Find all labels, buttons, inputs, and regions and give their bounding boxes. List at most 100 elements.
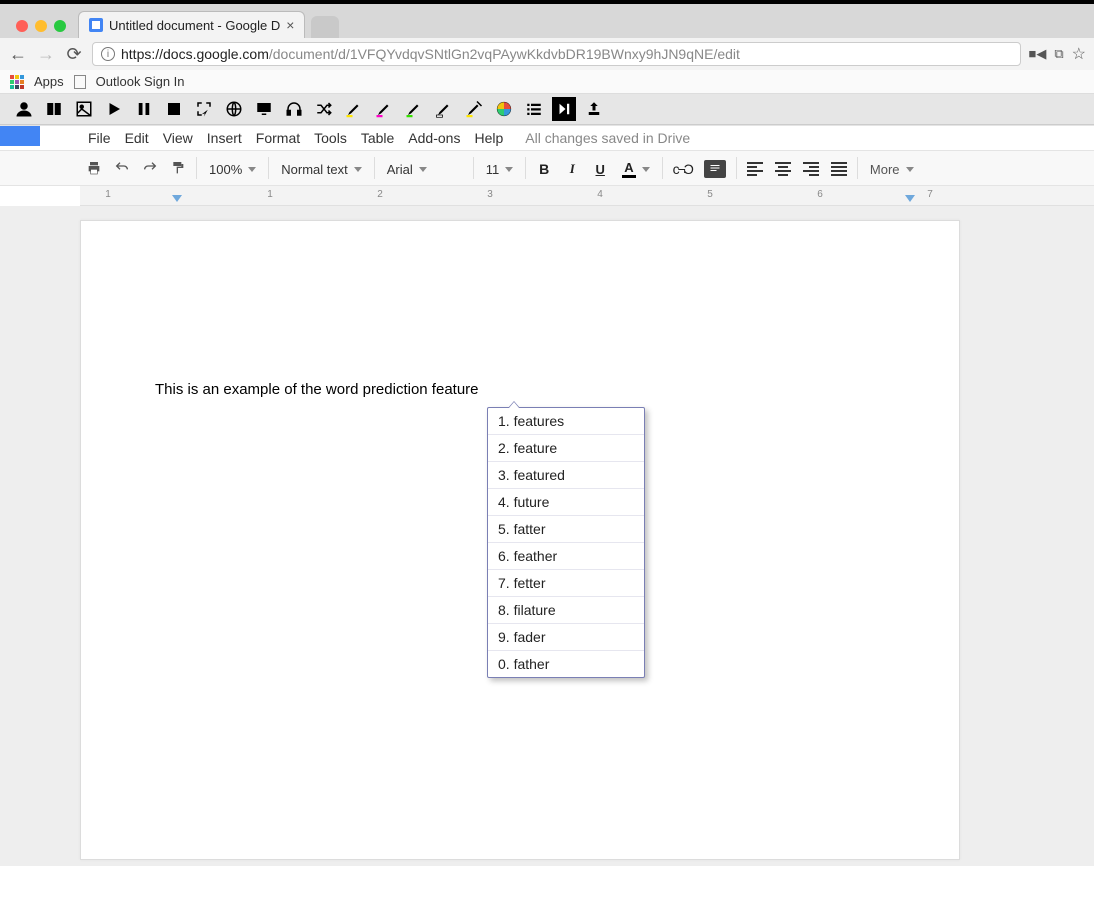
zoom-value: 100% xyxy=(209,162,242,177)
word-prediction-popup: 1. features 2. feature 3. featured 4. fu… xyxy=(487,407,645,678)
italic-button[interactable]: I xyxy=(558,151,586,187)
site-info-icon[interactable]: i xyxy=(101,47,115,61)
align-right-button[interactable] xyxy=(797,151,825,187)
new-tab-button[interactable] xyxy=(311,16,339,38)
menu-help[interactable]: Help xyxy=(474,130,503,146)
size-value: 11 xyxy=(486,162,500,177)
align-left-button[interactable] xyxy=(741,151,769,187)
skip-next-icon[interactable] xyxy=(552,97,576,121)
prediction-item[interactable]: 3. featured xyxy=(488,462,644,489)
paragraph-style-select[interactable]: Normal text xyxy=(273,151,369,187)
highlighter-white-icon[interactable] xyxy=(432,97,456,121)
prediction-item[interactable]: 8. filature xyxy=(488,597,644,624)
highlighter-green-icon[interactable] xyxy=(402,97,426,121)
video-icon[interactable]: ■◀ xyxy=(1029,46,1047,62)
maximize-window-icon[interactable] xyxy=(54,20,66,32)
align-justify-icon xyxy=(831,162,847,176)
back-button[interactable]: ← xyxy=(8,44,28,65)
extension-toolbar xyxy=(0,94,1094,124)
style-value: Normal text xyxy=(281,162,347,177)
bold-button[interactable]: B xyxy=(530,151,558,187)
address-bar[interactable]: i https://docs.google.com/document/d/1VF… xyxy=(92,42,1021,66)
align-center-button[interactable] xyxy=(769,151,797,187)
upload-icon[interactable] xyxy=(582,97,606,121)
paint-format-button[interactable] xyxy=(164,150,192,186)
redo-button[interactable] xyxy=(136,150,164,186)
list-icon[interactable] xyxy=(522,97,546,121)
minimize-window-icon[interactable] xyxy=(35,20,47,32)
text-color-button[interactable]: A xyxy=(614,151,657,187)
prediction-item[interactable]: 4. future xyxy=(488,489,644,516)
prediction-item[interactable]: 9. fader xyxy=(488,624,644,651)
highlighter-yellow-icon[interactable] xyxy=(342,97,366,121)
prediction-item[interactable]: 0. father xyxy=(488,651,644,677)
add-comment-button[interactable] xyxy=(698,151,732,187)
profile-icon[interactable] xyxy=(12,97,36,121)
bookmark-outlook[interactable]: Outlook Sign In xyxy=(96,74,185,89)
menu-bar: File Edit View Insert Format Tools Table… xyxy=(0,125,1094,150)
align-left-icon xyxy=(747,162,763,176)
menu-edit[interactable]: Edit xyxy=(125,130,149,146)
align-justify-button[interactable] xyxy=(825,151,853,187)
color-wheel-icon[interactable] xyxy=(492,97,516,121)
chevron-down-icon xyxy=(419,167,427,172)
prediction-item[interactable]: 2. feature xyxy=(488,435,644,462)
prediction-item[interactable]: 5. fatter xyxy=(488,516,644,543)
doc-accent-stripe xyxy=(0,126,40,146)
close-window-icon[interactable] xyxy=(16,20,28,32)
prediction-item[interactable]: 7. fetter xyxy=(488,570,644,597)
erase-highlight-icon[interactable] xyxy=(462,97,486,121)
cursor-select-icon[interactable] xyxy=(192,97,216,121)
ruler-mark: 5 xyxy=(707,189,713,200)
menu-addons[interactable]: Add-ons xyxy=(408,130,460,146)
print-button[interactable] xyxy=(80,150,108,186)
pause-icon[interactable] xyxy=(132,97,156,121)
ruler[interactable]: 1 1 2 3 4 5 6 7 xyxy=(80,186,1094,206)
menu-view[interactable]: View xyxy=(163,130,193,146)
docs-app: File Edit View Insert Format Tools Table… xyxy=(0,125,1094,866)
globe-icon[interactable] xyxy=(222,97,246,121)
font-family-select[interactable]: Arial xyxy=(379,151,469,187)
image-icon[interactable] xyxy=(72,97,96,121)
zoom-select[interactable]: 100% xyxy=(201,151,264,187)
forward-button[interactable]: → xyxy=(36,44,56,65)
apps-label[interactable]: Apps xyxy=(34,74,64,89)
prediction-item[interactable]: 6. feather xyxy=(488,543,644,570)
reload-button[interactable]: ⟳ xyxy=(64,44,84,65)
tab-close-icon[interactable]: × xyxy=(286,17,294,33)
align-center-icon xyxy=(775,162,791,176)
prediction-item[interactable]: 1. features xyxy=(488,408,644,435)
document-page[interactable]: This is an example of the word predictio… xyxy=(80,220,960,860)
ruler-mark: 7 xyxy=(927,189,933,200)
menu-file[interactable]: File xyxy=(88,130,111,146)
highlighter-magenta-icon[interactable] xyxy=(372,97,396,121)
menu-tools[interactable]: Tools xyxy=(314,130,347,146)
stop-icon[interactable] xyxy=(162,97,186,121)
comment-icon xyxy=(704,160,726,178)
right-indent-marker-icon[interactable] xyxy=(905,195,915,202)
browser-tab[interactable]: Untitled document - Google D × xyxy=(78,11,305,38)
shuffle-icon[interactable] xyxy=(312,97,336,121)
insert-link-button[interactable]: c¬Ɔ xyxy=(667,151,698,187)
present-icon[interactable]: ⧉ xyxy=(1054,46,1063,62)
menu-insert[interactable]: Insert xyxy=(207,130,242,146)
bookmark-star-icon[interactable]: ☆ xyxy=(1072,44,1086,64)
more-toolbar-button[interactable]: More xyxy=(862,151,922,187)
headset-icon[interactable] xyxy=(282,97,306,121)
apps-grid-icon[interactable] xyxy=(10,75,24,89)
monitor-icon[interactable] xyxy=(252,97,276,121)
indent-marker-icon[interactable] xyxy=(172,195,182,202)
play-icon[interactable] xyxy=(102,97,126,121)
menu-format[interactable]: Format xyxy=(256,130,300,146)
text-color-swatch: A xyxy=(622,160,635,178)
document-text[interactable]: This is an example of the word predictio… xyxy=(155,381,479,398)
workspace: This is an example of the word predictio… xyxy=(0,206,1094,866)
format-toolbar: 100% Normal text Arial 11 B I U A c¬Ɔ xyxy=(0,150,1094,186)
menu-table[interactable]: Table xyxy=(361,130,394,146)
book-icon[interactable] xyxy=(42,97,66,121)
undo-button[interactable] xyxy=(108,150,136,186)
underline-button[interactable]: U xyxy=(586,151,614,187)
page-icon xyxy=(74,75,86,89)
save-status: All changes saved in Drive xyxy=(525,130,690,146)
font-size-select[interactable]: 11 xyxy=(478,151,522,187)
